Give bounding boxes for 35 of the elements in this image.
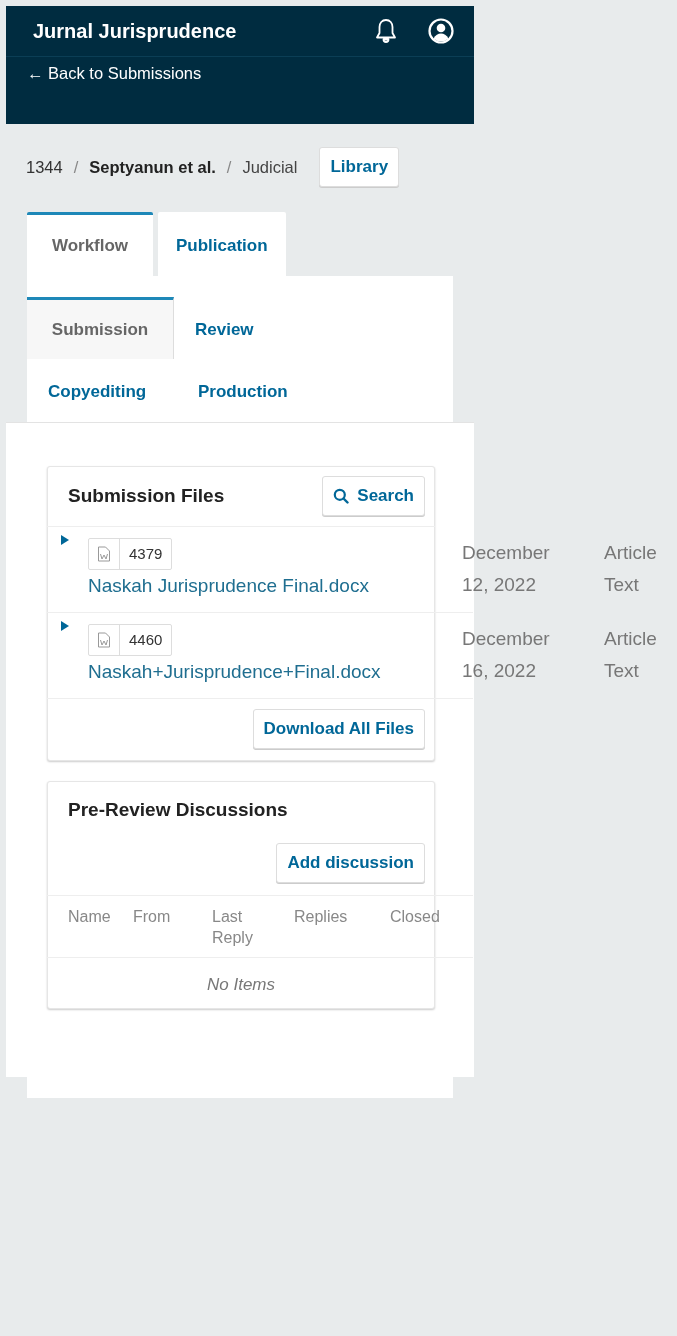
file-link[interactable]: Naskah Jurisprudence Final.docx (88, 572, 369, 600)
user-account-icon[interactable] (428, 18, 454, 44)
breadcrumb-separator: / (226, 157, 232, 177)
file-link[interactable]: Naskah+Jurisprudence+Final.docx (88, 658, 381, 686)
submission-id: 1344 (26, 157, 63, 177)
add-discussion-button[interactable]: Add discussion (276, 843, 425, 883)
download-all-button[interactable]: Download All Files (252, 709, 425, 749)
empty-message: No Items (206, 974, 276, 996)
stage-tab[interactable]: Submission (27, 297, 174, 359)
file-type: Article Text (604, 541, 658, 597)
column-header: Last Reply (212, 907, 254, 948)
breadcrumb-separator: / (73, 157, 79, 177)
file-id-badge: 4379 (88, 538, 173, 570)
search-button[interactable]: Search (322, 476, 425, 516)
submission-title: Judicial (242, 157, 298, 177)
column-header: Closed (390, 907, 441, 927)
library-button[interactable]: Library (319, 147, 400, 187)
file-date: December 12, 2022 (462, 541, 551, 597)
card-title: Pre-Review Discussions (67, 798, 289, 822)
submission-authors: Septyanun et al. (89, 157, 216, 177)
tab[interactable]: Publication (158, 212, 286, 276)
column-header: Replies (294, 907, 349, 927)
column-header: Name (67, 907, 112, 927)
file-type: Article Text (604, 627, 658, 683)
search-icon (333, 488, 350, 504)
column-header: From (133, 907, 172, 927)
file-id-badge: 4460 (88, 624, 173, 656)
file-date: December 16, 2022 (462, 627, 551, 683)
journal-title: Jurnal Jurisprudence (33, 19, 238, 43)
notification-bell-icon[interactable] (374, 18, 398, 44)
back-link[interactable]: ← Back to Submissions (27, 64, 202, 83)
card-title: Submission Files (68, 485, 225, 507)
expand-icon[interactable] (61, 621, 69, 631)
tab[interactable]: Workflow (27, 212, 153, 276)
expand-icon[interactable] (61, 535, 69, 545)
